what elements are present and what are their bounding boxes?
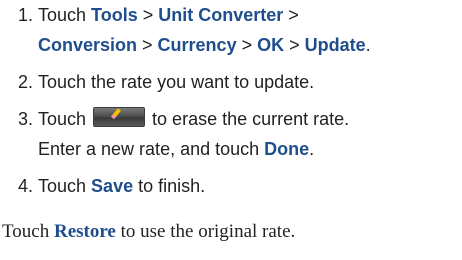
step-text: Enter a new rate, and touch [38,139,265,159]
separator: > [137,5,159,25]
menu-update: Update [304,35,366,55]
note-text: to use the original rate. [115,221,296,242]
menu-ok: OK [257,35,285,55]
instruction-steps: 1. Touch Tools > Unit Converter > Convers… [18,0,458,208]
restore-note: Touch Restore to use the original rate. [2,218,295,246]
menu-conversion: Conversion [38,35,138,55]
step-text: Touch the rate you want to update. [38,72,315,92]
step-2: 2. Touch the rate you want to update. [18,67,458,97]
erase-button-icon [93,107,146,127]
step-4: 4. Touch Save to finish. [18,171,458,201]
step-number: 2. [18,72,34,92]
step-1-continued: Conversion > Currency > OK > Update. [18,30,458,60]
done-label: Done [264,139,310,159]
separator: > [137,35,158,55]
menu-currency: Currency [157,35,237,55]
menu-unit-converter: Unit Converter [158,5,284,25]
menu-tools: Tools [91,5,138,25]
restore-label: Restore [53,221,116,242]
step-number: 1. [18,5,34,25]
step-3-continued: Enter a new rate, and touch Done. [18,134,458,164]
step-text: Touch [38,109,92,129]
period: . [309,139,315,159]
separator: > [236,35,258,55]
step-text: to finish. [133,176,206,196]
step-1: 1. Touch Tools > Unit Converter > Convers… [18,0,458,60]
step-text: to erase the current rate. [147,109,350,129]
save-label: Save [91,176,134,196]
note-text: Touch [2,221,54,242]
step-3: 3. Touch to erase the current rate. Enter… [18,104,458,164]
step-text: Touch [38,5,92,25]
step-number: 4. [18,176,34,196]
separator: > [284,35,305,55]
period: . [365,35,371,55]
separator: > [283,5,299,25]
step-text: Touch [38,176,92,196]
step-number: 3. [18,109,34,129]
